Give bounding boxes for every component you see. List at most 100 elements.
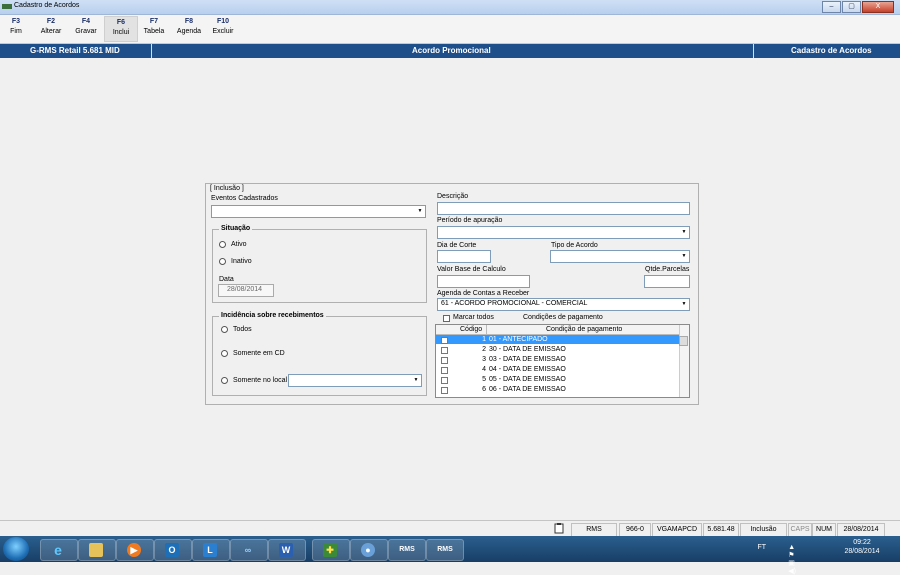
toolbar-agenda-button[interactable]: F8 Agenda [173, 18, 205, 35]
ie-icon[interactable]: e [40, 539, 78, 561]
toolbar-fim-button[interactable]: F3 Fim [0, 18, 32, 35]
table-row[interactable]: 4 04 - DATA DE EMISSAO [436, 365, 679, 374]
start-button[interactable] [3, 537, 29, 561]
hotkey-label: F7 [149, 18, 159, 25]
divider [753, 44, 754, 58]
toolbar-inclui-button[interactable]: F6 Inclui [104, 16, 138, 42]
col-condicao-header[interactable]: Condição de pagamento [546, 326, 622, 333]
somente-cd-radio[interactable]: Somente em CD [221, 350, 285, 357]
rms-icon[interactable]: RMS [388, 539, 426, 561]
row-checkbox[interactable] [441, 357, 448, 364]
row-checkbox[interactable] [441, 387, 448, 394]
row-condicao: 03 - DATA DE EMISSAO [489, 356, 566, 363]
marcar-todos-checkbox[interactable] [443, 315, 450, 322]
periodo-select[interactable] [437, 226, 690, 239]
minimize-button[interactable]: – [822, 1, 841, 13]
chevron-down-icon[interactable] [680, 252, 688, 261]
status-date: 28/08/2014 [837, 523, 885, 537]
valor-base-label: Valor Base de Calculo [437, 266, 506, 273]
grid-scrollbar[interactable] [679, 325, 689, 397]
maximize-button[interactable]: ▢ [842, 1, 861, 13]
data-field[interactable]: 28/08/2014 [218, 284, 274, 297]
inativo-radio[interactable]: Inativo [219, 258, 252, 265]
toolbar-alterar-button[interactable]: F2 Alterar [35, 18, 67, 35]
valor-base-input[interactable] [437, 275, 530, 288]
outlook-icon[interactable]: O [154, 539, 192, 561]
periodo-label: Período de apuração [437, 217, 503, 224]
media-icon[interactable]: ▶ [116, 539, 154, 561]
radio-circle [221, 377, 228, 384]
row-checkbox[interactable] [441, 377, 448, 384]
status-mode: Inclusão [740, 523, 787, 537]
system-version: G-RMS Retail 5.681 MID [30, 46, 120, 55]
row-codigo: 3 [482, 356, 486, 363]
chevron-down-icon[interactable] [416, 207, 424, 216]
radio-circle [221, 326, 228, 333]
eventos-select[interactable] [211, 205, 426, 218]
chevron-down-icon[interactable] [412, 376, 420, 385]
rms-label: RMS [399, 546, 415, 553]
row-codigo: 1 [482, 336, 486, 343]
dia-corte-label: Dia de Corte [437, 242, 477, 249]
table-row[interactable]: 2 30 - DATA DE EMISSAO [436, 345, 679, 354]
table-row[interactable]: 5 05 - DATA DE EMISSAO [436, 375, 679, 384]
dia-corte-input[interactable] [437, 250, 491, 263]
toolbar-tabela-button[interactable]: F7 Tabela [138, 18, 170, 35]
agenda-label: Agenda de Contas a Receber [437, 290, 530, 297]
language-indicator[interactable]: FT [757, 544, 766, 551]
scroll-thumb[interactable] [679, 336, 688, 346]
mode-label: [ Inclusão ] [210, 185, 244, 192]
table-row[interactable]: 3 03 - DATA DE EMISSAO [436, 355, 679, 364]
hotkey-label: F4 [81, 18, 91, 25]
ativo-radio[interactable]: Ativo [219, 241, 247, 248]
hotkey-label: F6 [116, 19, 126, 26]
toolbar-excluir-button[interactable]: F10 Excluir [207, 18, 239, 35]
descricao-label: Descrição [437, 193, 469, 200]
chevron-down-icon[interactable] [680, 228, 688, 237]
row-checkbox[interactable] [441, 347, 448, 354]
somente-local-radio[interactable]: Somente no local [221, 377, 287, 384]
row-checkbox[interactable] [441, 367, 448, 374]
tray-icons[interactable]: ▲ ⚑ ▣ ◀) [788, 544, 796, 575]
descricao-input[interactable] [437, 202, 690, 215]
qtde-parcelas-input[interactable] [644, 275, 690, 288]
sharing-icon[interactable]: ∞ [230, 539, 268, 561]
data-value: 28/08/2014 [227, 286, 263, 293]
status-num: NUM [812, 523, 836, 537]
tipo-acordo-select[interactable] [550, 250, 690, 263]
agenda-select[interactable]: 61 - ACORDO PROMOCIONAL - COMERCIAL [437, 298, 690, 311]
inativo-label: Inativo [231, 258, 252, 265]
word-icon[interactable]: W [268, 539, 306, 561]
grid-header: Código Condição de pagamento [436, 325, 679, 335]
clock-date[interactable]: 28/08/2014 [838, 548, 886, 555]
divider [151, 44, 152, 58]
col-codigo-header[interactable]: Código [460, 326, 482, 333]
row-condicao: 05 - DATA DE EMISSAO [489, 376, 566, 383]
app-icon[interactable]: ✚ [312, 539, 350, 561]
condicoes-label: Condições de pagamento [523, 314, 603, 321]
todos-radio[interactable]: Todos [221, 326, 252, 333]
close-button[interactable]: X [862, 1, 894, 13]
table-row[interactable]: 6 06 - DATA DE EMISSAO [436, 385, 679, 394]
toolbar-gravar-button[interactable]: F4 Gravar [70, 18, 102, 35]
rms-label: RMS [437, 546, 453, 553]
table-row[interactable]: 1 01 - ANTECIPADO [436, 335, 679, 344]
app2-icon[interactable]: ● [350, 539, 388, 561]
chevron-down-icon[interactable] [680, 300, 688, 309]
windows-taskbar: e ▶ O L ∞ W ✚ ● RMS RMS FT ▲ ⚑ ▣ ◀) 09:2… [0, 536, 900, 575]
lync-icon[interactable]: L [192, 539, 230, 561]
situacao-title: Situação [219, 225, 253, 232]
hotkey-label: F8 [184, 18, 194, 25]
divider [486, 325, 487, 334]
clock-time[interactable]: 09:22 [842, 539, 882, 546]
agenda-value: 61 - ACORDO PROMOCIONAL - COMERCIAL [441, 300, 588, 307]
status-user: VGAMAPCD [652, 523, 702, 537]
hotkey-label: F2 [46, 18, 56, 25]
qtde-parcelas-label: Qtde.Parcelas [645, 266, 690, 273]
window-title: Cadastro de Acordos [14, 2, 80, 9]
local-select[interactable] [288, 374, 422, 387]
explorer-icon[interactable] [78, 539, 116, 561]
row-checkbox[interactable] [441, 337, 448, 344]
window-titlebar: Cadastro de Acordos – ▢ X [0, 0, 900, 15]
rms-icon-2[interactable]: RMS [426, 539, 464, 561]
